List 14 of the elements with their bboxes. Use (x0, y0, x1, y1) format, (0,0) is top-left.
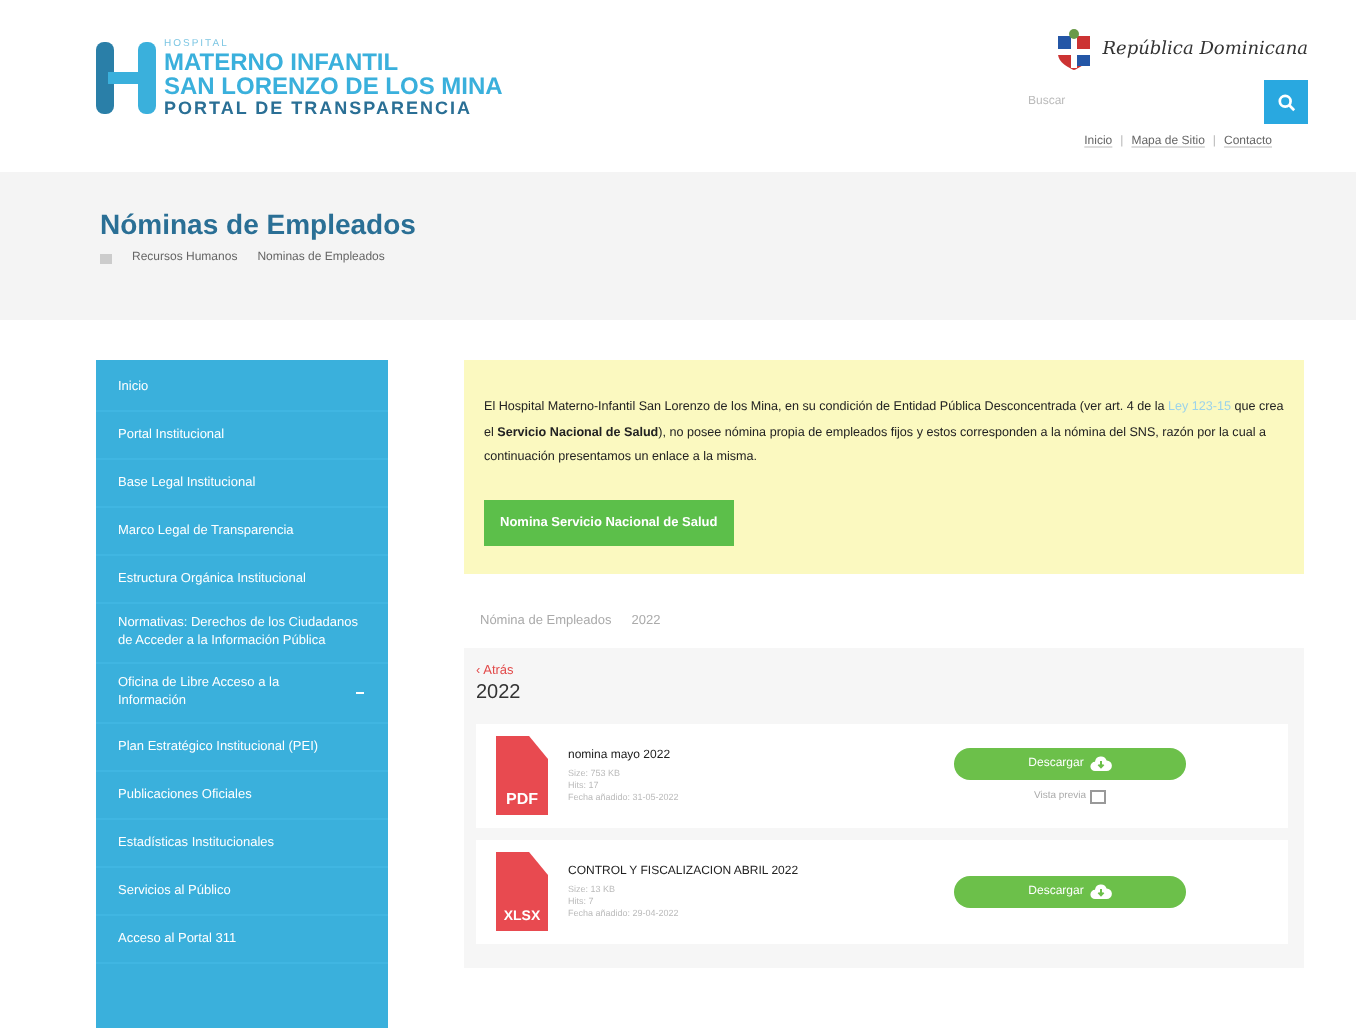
search-icon (1277, 93, 1295, 111)
search-button[interactable] (1264, 80, 1308, 124)
logo-subtitle: PORTAL DE TRANSPARENCIA (164, 97, 475, 119)
cloud-download-icon (1089, 883, 1112, 899)
year-heading: 2022 (476, 681, 523, 703)
country-name: República Dominicana (1102, 40, 1308, 60)
file-type-label: PDF (506, 789, 538, 807)
logo-title: SAN LORENZO DE LOS MINA (164, 73, 503, 97)
h-letter-logo-icon (96, 38, 156, 118)
coat-of-arms-icon (1054, 28, 1095, 72)
page-title: Nóminas de Empleados (100, 208, 418, 240)
window-icon (1090, 789, 1107, 803)
cloud-download-icon (1089, 755, 1112, 771)
logo-title: MATERNO INFANTIL (164, 49, 401, 73)
